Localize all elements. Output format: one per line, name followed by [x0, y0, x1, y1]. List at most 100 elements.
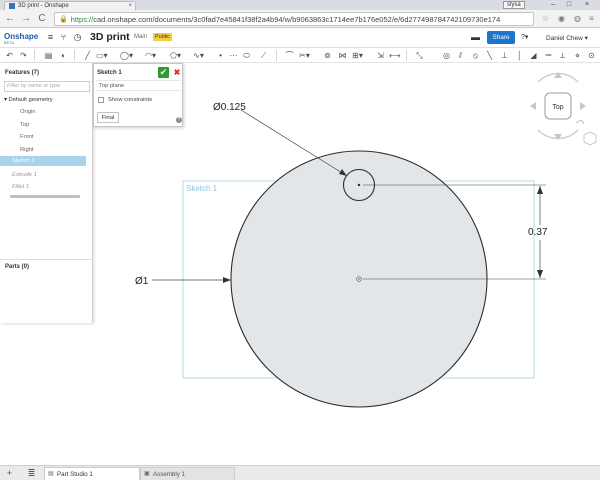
concentric-icon[interactable]: ◎	[441, 50, 452, 61]
rectangle-tool-icon[interactable]: ▭▾	[96, 50, 108, 61]
vertical-icon[interactable]: │	[514, 50, 525, 61]
back-arrow-icon[interactable]: ←	[4, 13, 16, 25]
tab-assembly-1[interactable]: ▣ Assembly 1	[140, 467, 235, 480]
final-button[interactable]: Final	[97, 112, 119, 123]
tab-list-icon[interactable]: ≣	[26, 468, 37, 479]
spline-tool-icon[interactable]: ∿▾	[193, 50, 204, 61]
bottom-tab-bar: + ≣ ▤ Part Studio 1 ▣ Assembly 1	[0, 465, 600, 480]
url-input[interactable]: 🔒 https:// cad.onshape.com/documents/3c0…	[54, 12, 534, 26]
parts-title[interactable]: Parts (0)	[5, 264, 29, 270]
show-constraints-checkbox[interactable]	[98, 97, 104, 103]
feature-item-right[interactable]: Right	[0, 145, 86, 155]
midpoint-icon[interactable]: ◢	[528, 50, 539, 61]
view-cube-down-arrow-icon[interactable]	[554, 134, 562, 140]
public-badge: Public	[153, 33, 172, 41]
view-cube-right-arrow-icon[interactable]	[580, 102, 586, 110]
add-tab-icon[interactable]: +	[4, 468, 15, 479]
minimize-button[interactable]: –	[548, 1, 558, 9]
construction-icon[interactable]: ⋯	[228, 50, 239, 61]
tab-close-icon[interactable]: ×	[128, 3, 132, 9]
document-title[interactable]: 3D print	[90, 31, 130, 43]
horizontal-icon[interactable]: ╲	[484, 50, 495, 61]
extension-icon[interactable]: ◉	[556, 13, 567, 24]
cancel-x-icon[interactable]: ✖	[172, 67, 182, 78]
view-options-cube-icon[interactable]	[583, 131, 597, 146]
fix-icon[interactable]: ⟂	[557, 50, 568, 61]
sketch-settings-icon[interactable]: ◐	[58, 50, 69, 61]
arc-tool-icon[interactable]: ◠▾	[145, 50, 156, 61]
extension-icon-2[interactable]: ◍	[572, 13, 583, 24]
mirror-tool-icon[interactable]: ⋈	[337, 50, 348, 61]
toolbar-divider	[34, 50, 35, 61]
feature-item-sketch-1[interactable]: Sketch 1	[0, 156, 86, 166]
large-dim-arrow	[223, 277, 231, 283]
share-button[interactable]: Share	[487, 31, 515, 44]
ellipse-tool-icon[interactable]: ⬭	[241, 50, 252, 61]
trim-tool-icon[interactable]: ✂▾	[299, 50, 310, 61]
tangent-icon[interactable]: ⦸	[470, 50, 481, 61]
equal-icon[interactable]: ＝	[543, 50, 554, 61]
pattern-tool-icon[interactable]: ⊞▾	[352, 50, 363, 61]
comment-icon[interactable]: ▬	[470, 32, 481, 43]
dimension-icon[interactable]: ⟷	[389, 50, 400, 61]
feature-item-top[interactable]: Top	[0, 120, 86, 130]
tab-part-studio-label: Part Studio 1	[57, 471, 93, 478]
redo-icon[interactable]: ↷	[18, 50, 29, 61]
star-icon[interactable]: ☆	[540, 13, 551, 24]
history-clock-icon[interactable]: ◷	[72, 32, 83, 43]
help-icon[interactable]: ?	[176, 117, 182, 123]
feature-filter-input[interactable]: Filter by name or type	[4, 81, 90, 92]
browser-menu-icon[interactable]: ≡	[586, 13, 597, 24]
symmetric-icon[interactable]: ⋄	[572, 50, 583, 61]
use-tool-icon[interactable]: ⇲	[375, 50, 386, 61]
rotate-icon[interactable]	[575, 119, 585, 125]
feature-rollback-bar[interactable]	[10, 195, 80, 198]
offset-tool-icon[interactable]: ⊚	[322, 50, 333, 61]
document-icon[interactable]: ▤	[43, 50, 54, 61]
feature-item-default-geometry[interactable]: ▾ Default geometry	[0, 95, 86, 105]
distance-dimension[interactable]: 0.37	[528, 227, 548, 238]
forward-arrow-icon[interactable]: →	[20, 13, 32, 25]
browser-tab[interactable]: 3D print - Onshape ×	[4, 1, 136, 10]
tab-part-studio-1[interactable]: ▤ Part Studio 1	[44, 467, 140, 480]
view-cube-left-arrow-icon[interactable]	[530, 102, 536, 110]
close-window-button[interactable]: ×	[582, 1, 592, 9]
parallel-icon[interactable]: ⫽	[455, 50, 466, 61]
large-circle-center	[358, 278, 360, 280]
browser-user-badge[interactable]: slysa	[503, 1, 525, 9]
undo-icon[interactable]: ↶	[4, 50, 15, 61]
feature-item-extrude-1[interactable]: Extrude 1	[0, 170, 86, 180]
small-circle-diameter-dimension[interactable]: Ø0.125	[213, 102, 246, 113]
show-constraints-label[interactable]: Show constraints	[108, 97, 152, 103]
url-scheme: https://	[70, 14, 94, 24]
maximize-button[interactable]: □	[564, 1, 574, 9]
user-menu[interactable]: Daniel Chew ▾	[546, 34, 588, 42]
large-circle-diameter-dimension[interactable]: Ø1	[135, 276, 149, 287]
toolbar-divider	[74, 50, 75, 61]
reload-icon[interactable]: C	[36, 13, 48, 25]
perpendicular-icon[interactable]: ⊥	[499, 50, 510, 61]
dimension-tool-icon[interactable]: ⟋	[258, 50, 269, 61]
onshape-logo[interactable]: Onshape	[4, 32, 38, 41]
onshape-favicon-icon	[9, 3, 15, 9]
accept-checkmark-icon[interactable]: ✔	[158, 67, 169, 78]
coincident-icon[interactable]: ⤡	[414, 50, 425, 61]
feature-item-fillet-1[interactable]: Fillet 1	[0, 182, 86, 192]
small-circle-center[interactable]	[357, 183, 361, 187]
url-path: cad.onshape.com/documents/3c0fad7e45841f…	[93, 14, 501, 24]
view-cube-up-arrow-icon[interactable]	[554, 72, 562, 78]
fillet-tool-icon[interactable]: ⌒	[284, 50, 295, 61]
line-tool-icon[interactable]: ╱	[82, 50, 93, 61]
feature-item-origin[interactable]: Origin	[0, 107, 86, 117]
feature-item-front[interactable]: Front	[0, 132, 86, 142]
help-menu[interactable]: ?▾	[521, 33, 528, 41]
small-dim-leader	[240, 109, 348, 177]
circle-tool-icon[interactable]: ◯▾	[120, 50, 133, 61]
view-cube[interactable]: Top	[530, 72, 597, 146]
hamburger-menu-icon[interactable]: ≡	[45, 32, 56, 43]
point-tool-icon[interactable]: •	[215, 50, 226, 61]
pierce-icon[interactable]: ⊙	[586, 50, 597, 61]
polygon-tool-icon[interactable]: ⬠▾	[170, 50, 181, 61]
sketch-plane-field[interactable]: Top plane	[96, 80, 181, 91]
branch-icon[interactable]: ⑂	[58, 32, 69, 43]
